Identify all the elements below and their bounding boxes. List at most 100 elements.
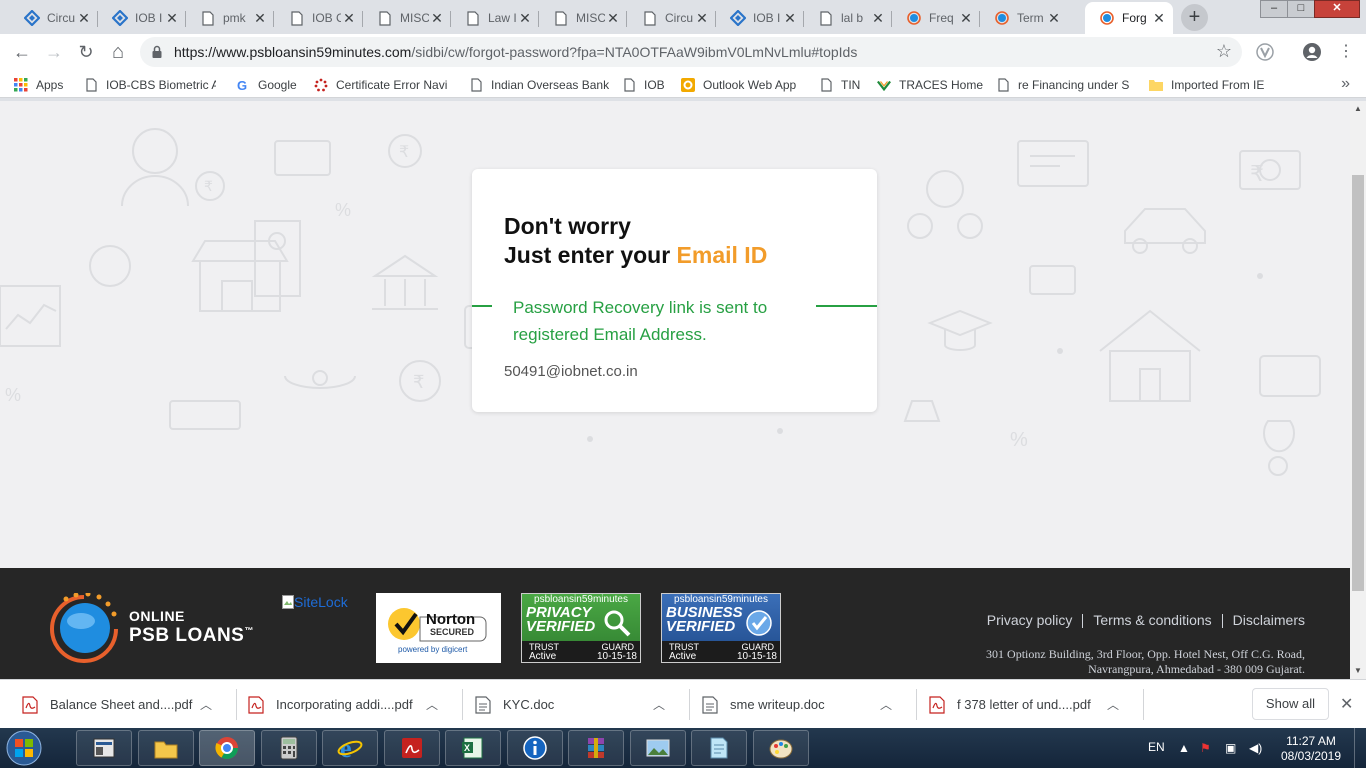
tab-close-icon[interactable]: ✕ bbox=[694, 10, 710, 26]
home-button[interactable]: ⌂ bbox=[106, 40, 130, 64]
tab-close-icon[interactable]: ✕ bbox=[517, 10, 533, 26]
tab-close-icon[interactable]: ✕ bbox=[1151, 10, 1167, 26]
chevron-up-icon[interactable]: ︿ bbox=[1107, 696, 1119, 713]
download-item[interactable]: KYC.doc ︿ bbox=[475, 680, 690, 729]
download-item[interactable]: sme writeup.doc ︿ bbox=[702, 680, 917, 729]
show-desktop-button[interactable] bbox=[1354, 728, 1366, 768]
pdf-file-icon bbox=[22, 695, 38, 714]
taskbar-app-button[interactable] bbox=[691, 730, 747, 766]
tab[interactable]: MISC ✕ bbox=[363, 2, 451, 34]
action-center-icon[interactable]: ⚑ bbox=[1200, 741, 1211, 755]
maximize-button[interactable]: □ bbox=[1287, 0, 1315, 18]
url-text[interactable]: https://www.psbloansin59minutes.com/sidb… bbox=[174, 44, 857, 60]
forward-button[interactable]: → bbox=[42, 40, 66, 64]
bookmark-item[interactable]: TRACES Home bbox=[877, 76, 983, 94]
privacy-verified-badge[interactable]: psbloansin59minutes PRIVACY VERIFIED TRU… bbox=[521, 593, 641, 663]
network-icon[interactable]: ▣ bbox=[1225, 741, 1236, 755]
tab-close-icon[interactable]: ✕ bbox=[429, 10, 445, 26]
disclaimers-link[interactable]: Disclaimers bbox=[1223, 612, 1305, 628]
tab[interactable]: Freq ✕ bbox=[892, 2, 980, 34]
tab-active[interactable]: Forg ✕ bbox=[1085, 2, 1173, 34]
tab-close-icon[interactable]: ✕ bbox=[252, 10, 268, 26]
profile-icon[interactable] bbox=[1302, 42, 1322, 62]
volume-icon[interactable]: ◀) bbox=[1249, 741, 1262, 755]
norton-secured-badge[interactable]: Norton SECURED powered by digicert bbox=[376, 593, 501, 663]
tray-expand-icon[interactable]: ▲ bbox=[1178, 741, 1190, 755]
privacy-policy-link[interactable]: Privacy policy bbox=[977, 612, 1083, 628]
scrollbar-thumb[interactable] bbox=[1352, 175, 1364, 591]
taskbar-app-button[interactable] bbox=[568, 730, 624, 766]
bookmark-item[interactable]: Apps bbox=[14, 76, 72, 94]
terms-conditions-link[interactable]: Terms & conditions bbox=[1083, 612, 1221, 628]
bookmark-item[interactable]: G Google bbox=[236, 76, 302, 94]
business-verified-badge[interactable]: psbloansin59minutes BUSINESS VERIFIED TR… bbox=[661, 593, 781, 663]
taskbar-app-button[interactable] bbox=[383, 730, 440, 766]
taskbar-app-button[interactable] bbox=[752, 730, 809, 766]
close-downloads-bar-icon[interactable]: ✕ bbox=[1340, 694, 1353, 714]
reload-button[interactable]: ↻ bbox=[74, 40, 98, 64]
chevron-up-icon[interactable]: ︿ bbox=[653, 696, 665, 713]
tab[interactable]: lal b ✕ bbox=[804, 2, 892, 34]
taskbar-app-button[interactable] bbox=[260, 730, 317, 766]
tab-close-icon[interactable]: ✕ bbox=[605, 10, 621, 26]
tab[interactable]: IOB C ✕ bbox=[275, 2, 363, 34]
tab[interactable]: pmk ✕ bbox=[186, 2, 274, 34]
download-item[interactable]: Balance Sheet and....pdf ︿ bbox=[22, 680, 237, 729]
taskbar-app-button[interactable] bbox=[199, 730, 255, 766]
bookmark-item[interactable]: Indian Overseas Bank bbox=[469, 76, 609, 94]
download-item[interactable]: f 378 letter of und....pdf ︿ bbox=[929, 680, 1144, 729]
windows-start-button-icon[interactable] bbox=[4, 729, 44, 767]
tab-close-icon[interactable]: ✕ bbox=[958, 10, 974, 26]
menu-kebab-icon[interactable]: ⋮ bbox=[1334, 40, 1358, 64]
bookmark-item[interactable]: TIN bbox=[819, 76, 865, 94]
bookmark-item[interactable]: re Financing under S bbox=[996, 76, 1132, 94]
tab[interactable]: IOB I ✕ bbox=[98, 2, 186, 34]
close-window-button[interactable]: ✕ bbox=[1314, 0, 1360, 18]
psb-loans-logo[interactable]: ONLINE PSB LOANS™ bbox=[48, 593, 268, 665]
bookmark-item[interactable]: IOB-CBS Biometric A bbox=[84, 76, 216, 94]
scroll-up-arrow-icon[interactable]: ▲ bbox=[1350, 101, 1366, 117]
vertical-scrollbar[interactable]: ▲ ▼ bbox=[1350, 101, 1366, 679]
bookmark-star-icon[interactable]: ☆ bbox=[1216, 41, 1232, 62]
minimize-button[interactable]: – bbox=[1260, 0, 1288, 18]
tab[interactable]: MISC ✕ bbox=[539, 2, 627, 34]
back-button[interactable]: ← bbox=[10, 40, 34, 64]
tab-close-icon[interactable]: ✕ bbox=[782, 10, 798, 26]
tab-close-icon[interactable]: ✕ bbox=[1046, 10, 1062, 26]
bookmark-item[interactable]: Certificate Error Navi bbox=[314, 76, 454, 94]
tab-close-icon[interactable]: ✕ bbox=[870, 10, 886, 26]
address-bar[interactable]: https://www.psbloansin59minutes.com/sidb… bbox=[140, 37, 1242, 67]
vivaldi-extension-icon[interactable] bbox=[1255, 42, 1275, 62]
bookmark-item[interactable]: Imported From IE bbox=[1149, 76, 1269, 94]
taskbar-app-button[interactable] bbox=[629, 730, 686, 766]
bookmark-item[interactable]: IOB bbox=[622, 76, 668, 94]
chevron-up-icon[interactable]: ︿ bbox=[200, 696, 212, 713]
taskbar-app-button[interactable]: e bbox=[322, 730, 378, 766]
taskbar-app-button[interactable] bbox=[137, 730, 194, 766]
tab-close-icon[interactable]: ✕ bbox=[76, 10, 92, 26]
tab[interactable]: Term ✕ bbox=[980, 2, 1068, 34]
tab[interactable]: Circu ✕ bbox=[10, 2, 98, 34]
scroll-down-arrow-icon[interactable]: ▼ bbox=[1350, 663, 1366, 679]
new-tab-button[interactable]: + bbox=[1181, 4, 1208, 31]
system-clock[interactable]: 11:27 AM 08/03/2019 bbox=[1280, 734, 1342, 764]
browser-toolbar: ← → ↻ ⌂ https://www.psbloansin59minutes.… bbox=[0, 34, 1366, 70]
bookmark-label: Google bbox=[258, 78, 297, 92]
tab[interactable]: Law I ✕ bbox=[451, 2, 539, 34]
tab[interactable]: IOB I ✕ bbox=[716, 2, 804, 34]
taskbar-app-button[interactable] bbox=[506, 730, 563, 766]
chevron-up-icon[interactable]: ︿ bbox=[880, 696, 892, 713]
tab-close-icon[interactable]: ✕ bbox=[341, 10, 357, 26]
taskbar-app-button[interactable]: X bbox=[445, 730, 501, 766]
tab-close-icon[interactable]: ✕ bbox=[164, 10, 180, 26]
bookmarks-overflow-button[interactable]: » bbox=[1341, 75, 1350, 93]
lock-icon[interactable] bbox=[152, 45, 162, 58]
tab[interactable]: Circu ✕ bbox=[628, 2, 716, 34]
sitelock-badge[interactable]: SiteLock bbox=[282, 594, 348, 610]
download-item[interactable]: Incorporating addi....pdf ︿ bbox=[248, 680, 463, 729]
chevron-up-icon[interactable]: ︿ bbox=[426, 696, 438, 713]
taskbar-app-button[interactable] bbox=[76, 730, 132, 766]
language-indicator[interactable]: EN bbox=[1148, 740, 1165, 754]
show-all-downloads-button[interactable]: Show all bbox=[1252, 688, 1329, 720]
bookmark-item[interactable]: Outlook Web App bbox=[681, 76, 805, 94]
